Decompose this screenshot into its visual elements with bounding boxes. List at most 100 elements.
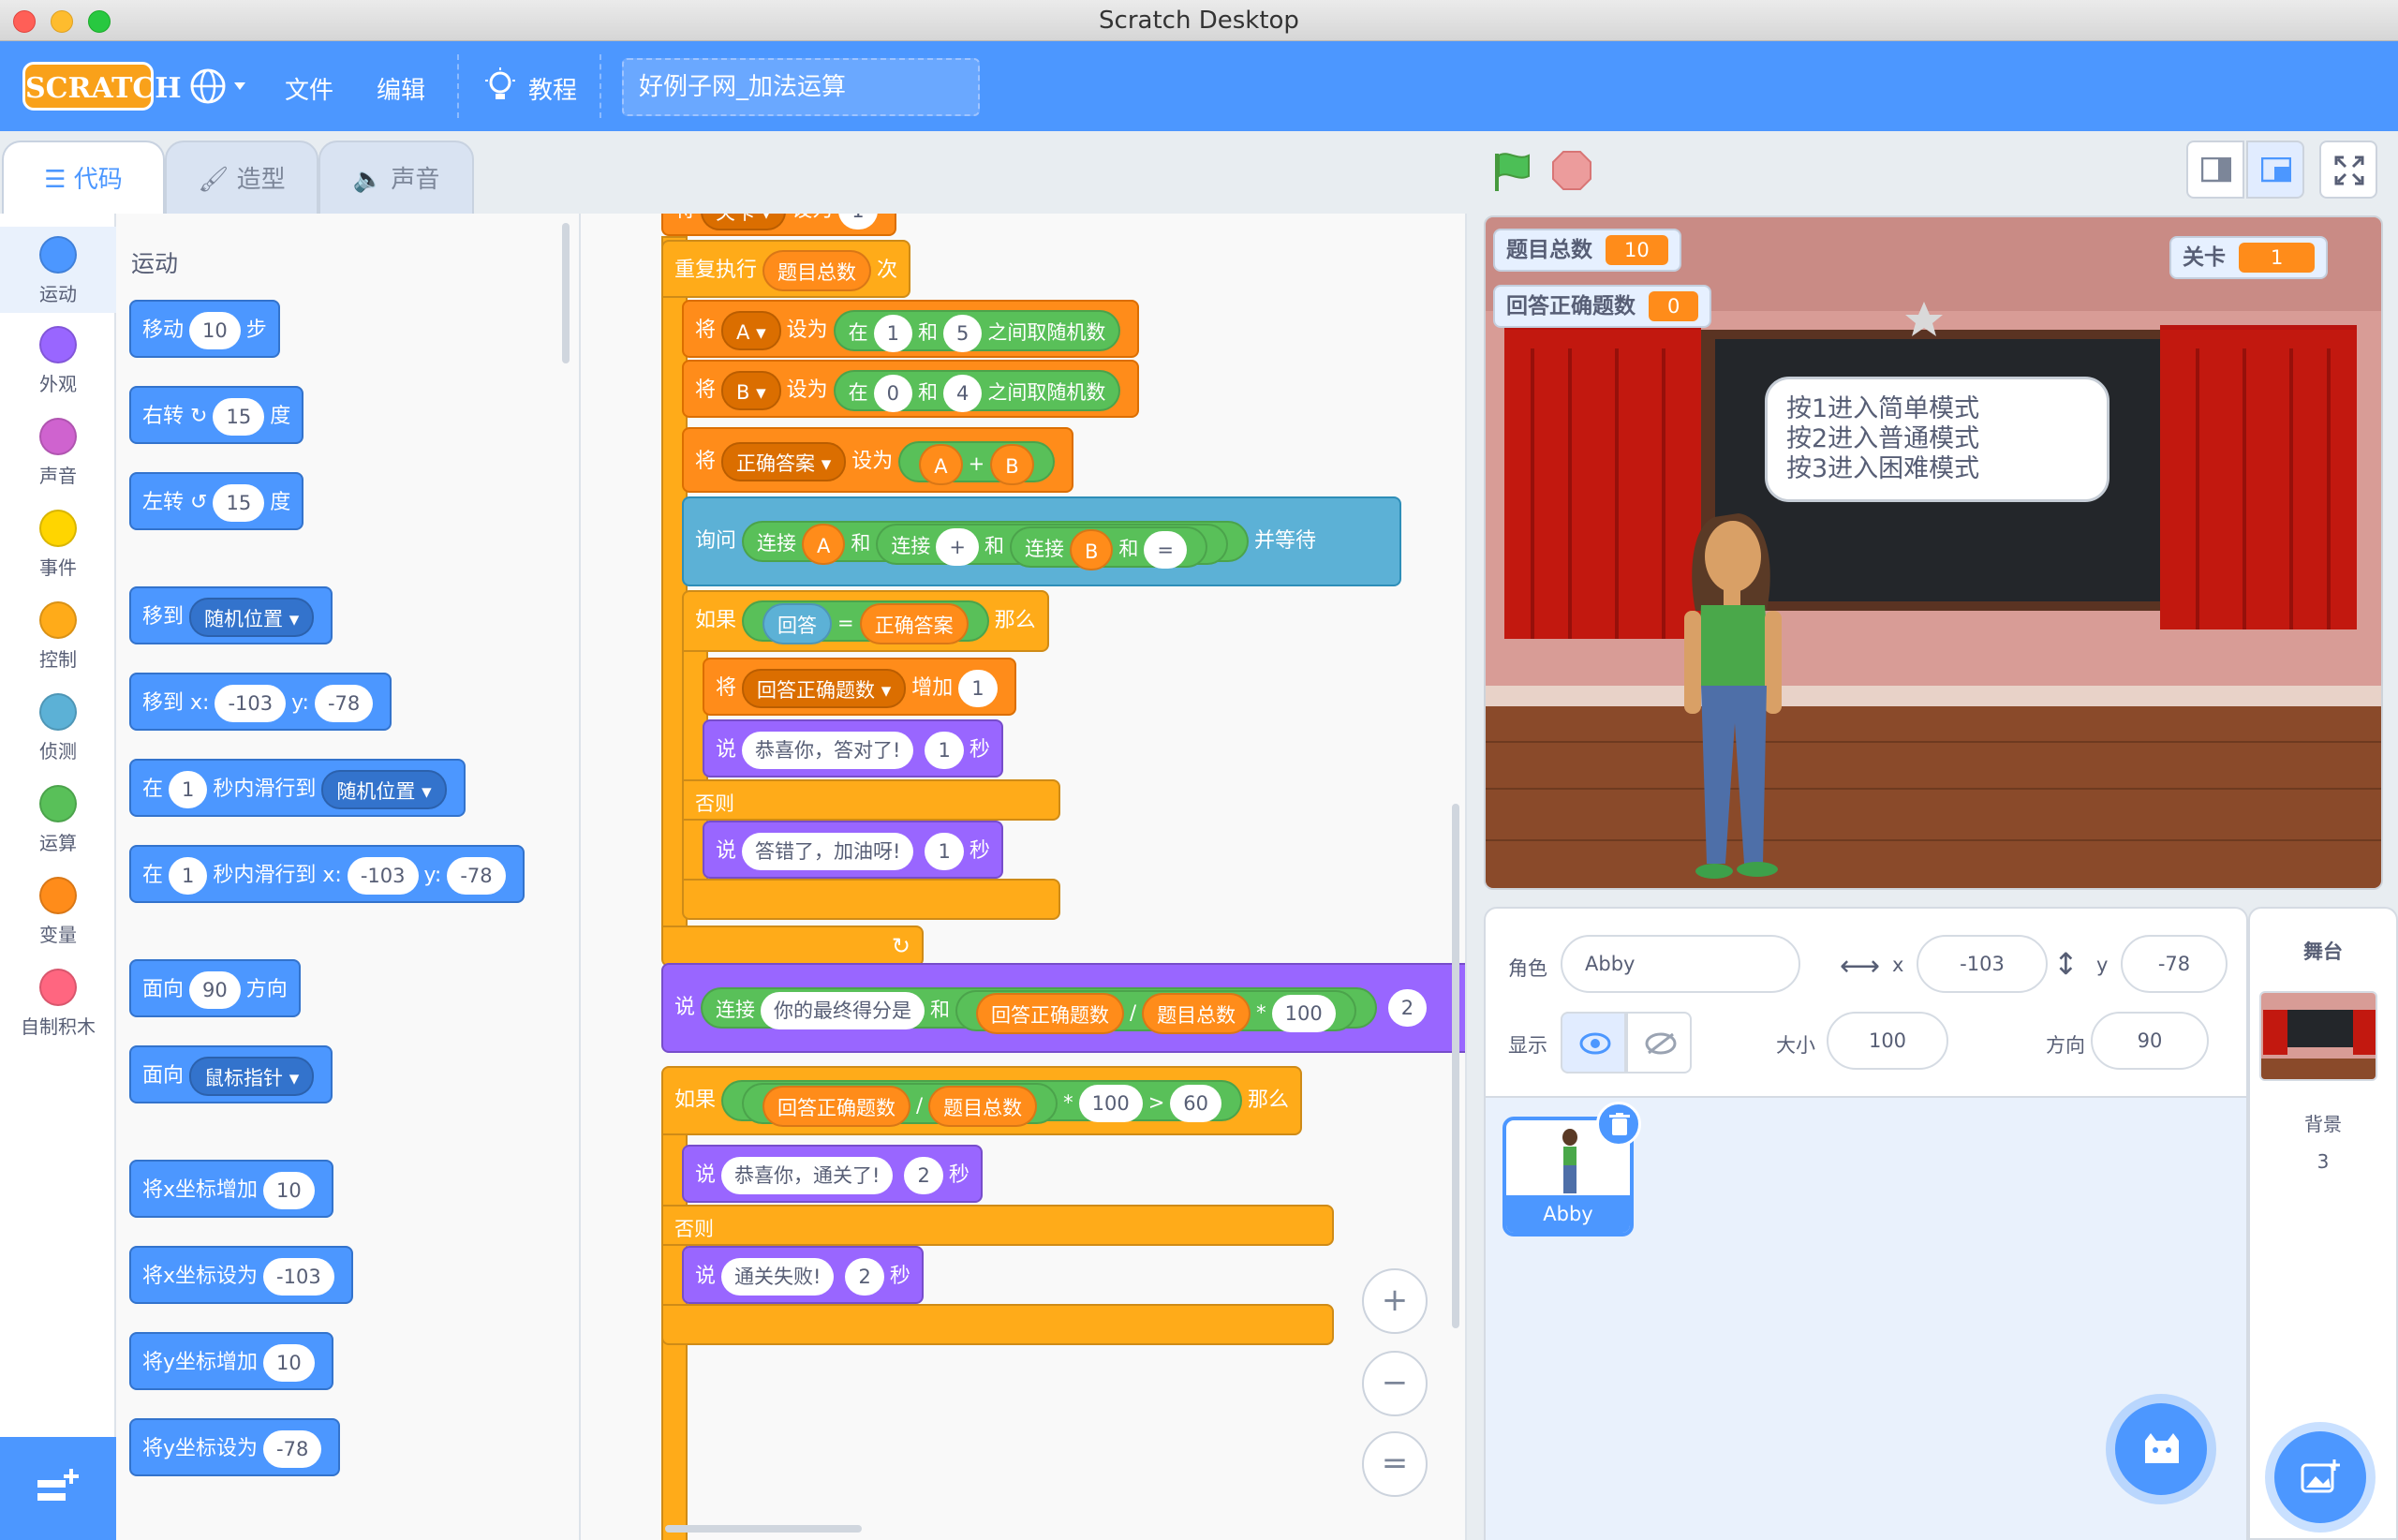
if-answer-block[interactable]: 如果 回答 = 正确答案 那么 [682,590,1049,652]
script-workspace[interactable]: ↻ 否则 否则 将关卡 ▾设为1 重复执行题目总数次 将A ▾设为在1和5之间取… [581,214,1467,1540]
x-label: x [1892,954,1904,976]
stage-selector-pane[interactable]: 舞台 背景 3 [2248,907,2398,1540]
variables-dot-icon [39,877,77,914]
x-arrow-icon: ⟷ [1840,950,1881,983]
say-wrong-block[interactable]: 说答错了，加油呀! 1 秒 [703,821,1003,879]
category-motion[interactable]: 运动 [0,227,116,313]
sprite-name-input[interactable]: Abby [1561,935,1800,993]
file-menu[interactable]: 文件 [285,71,333,106]
workspace-hscrollbar[interactable] [665,1525,862,1533]
events-dot-icon [39,510,77,547]
rotate-right-icon: ↻ [190,405,208,428]
category-looks[interactable]: 外观 [0,326,116,396]
say-correct-block[interactable]: 说恭喜你，答对了! 1 秒 [703,719,1003,777]
move-steps-block[interactable]: 移动 10 步 [129,300,280,358]
say-pass-block[interactable]: 说恭喜你，通关了! 2 秒 [682,1145,983,1203]
change-y-block[interactable]: 将y坐标增加 10 [129,1332,333,1390]
sprite-info-pane: 角色 Abby ⟷ x -103 ↕ y -78 显示 大小 100 方向 90… [1484,907,2248,1540]
repeat-c-foot: ↻ [661,925,924,967]
tab-costumes[interactable]: 🖌 造型 [165,141,318,215]
tab-sounds[interactable]: 🔈 声音 [318,141,474,215]
category-variables[interactable]: 变量 [0,877,116,947]
eye-icon [1579,1032,1611,1055]
goto-block[interactable]: 移到 随机位置 ▾ [129,586,333,644]
scratch-logo[interactable]: SCRATCH [22,62,182,111]
small-stage-button[interactable] [2186,141,2244,199]
code-icon: ☰ [44,166,74,194]
tab-costumes-label: 造型 [236,166,286,194]
large-stage-button[interactable] [2246,141,2304,199]
size-input[interactable]: 100 [1827,1012,1948,1070]
glide-block[interactable]: 在 1 秒内滑行到 随机位置 ▾ [129,759,466,817]
control-dot-icon [39,601,77,639]
trash-icon [1609,1113,1630,1135]
show-sprite-button[interactable] [1561,1012,1626,1074]
window-title: Scratch Desktop [1099,7,1299,35]
x-input[interactable]: -103 [1917,935,2048,993]
add-extension-button[interactable] [0,1437,116,1540]
glide-xy-block[interactable]: 在 1 秒内滑行到 x: -103 y: -78 [129,845,525,903]
ask-block[interactable]: 询问 连接 A 和连接 + 和连接 B 和 = 并等待 [682,496,1401,586]
monitor-level[interactable]: 关卡 1 [2169,236,2329,279]
choose-sprite-button[interactable] [2115,1403,2207,1495]
else1-label: 否则 [695,792,734,815]
change-correct-block[interactable]: 将回答正确题数 ▾ 增加 1 [703,658,1016,716]
motion-dot-icon [39,236,77,274]
say-fail-block[interactable]: 说通关失败! 2 秒 [682,1246,924,1304]
set-x-block[interactable]: 将x坐标设为 -103 [129,1246,353,1304]
stop-icon[interactable] [1551,150,1592,191]
looks-dot-icon [39,326,77,363]
y-arrow-icon: ↕ [2053,946,2079,982]
y-input[interactable]: -78 [2121,935,2228,993]
if1-c-foot [682,879,1060,920]
say-score-block[interactable]: 说连接 你的最终得分是和回答正确题数 / 题目总数 * 100 2 [661,963,1465,1053]
goto-xy-block[interactable]: 移到 x: -103 y: -78 [129,673,392,731]
category-sensing[interactable]: 侦测 [0,693,116,763]
zoom-out-button[interactable]: − [1362,1351,1428,1416]
tutorials-button[interactable]: 教程 [483,64,586,111]
direction-input[interactable]: 90 [2091,1012,2209,1070]
if-score-block[interactable]: 如果 回答正确题数 / 题目总数 * 100 >60 那么 [661,1066,1303,1135]
category-sound[interactable]: 声音 [0,418,116,488]
category-my-blocks[interactable]: 自制积木 [0,969,116,1039]
monitor-total[interactable]: 题目总数 10 [1493,229,1681,272]
turn-left-block[interactable]: 左转 ↺ 15 度 [129,472,304,530]
green-flag-icon[interactable] [1491,150,1532,193]
monitor-correct[interactable]: 回答正确题数 0 [1493,285,1712,328]
eye-slash-icon [1645,1032,1677,1055]
language-menu[interactable] [187,66,255,107]
change-x-block[interactable]: 将x坐标增加 10 [129,1160,333,1218]
my-blocks-dot-icon [39,969,77,1006]
choose-backdrop-button[interactable] [2274,1431,2366,1523]
point-towards-block[interactable]: 面向 鼠标指针 ▾ [129,1045,333,1103]
abby-sprite-icon[interactable] [1673,508,1804,882]
category-control[interactable]: 控制 [0,601,116,672]
stage-thumbnail[interactable] [2259,991,2377,1081]
else2-label: 否则 [674,1218,714,1240]
zoom-in-button[interactable]: + [1362,1268,1428,1334]
set-answer-block[interactable]: 将正确答案 ▾ 设为 A + B [682,427,1073,493]
if1-else-bar: 否则 [682,779,1060,821]
workspace-vscrollbar[interactable] [1452,804,1459,1328]
edit-menu[interactable]: 编辑 [377,71,425,106]
category-operators[interactable]: 运算 [0,785,116,855]
stage-canvas[interactable]: 按1进入简单模式 按2进入普通模式 按3进入困难模式 题目总数 10 回答正确题数… [1484,215,2383,890]
category-events[interactable]: 事件 [0,510,116,580]
set-level-block[interactable]: 将关卡 ▾设为1 [661,214,896,236]
palette-scrollbar[interactable] [562,223,570,363]
hide-sprite-button[interactable] [1626,1012,1692,1074]
repeat-block[interactable]: 重复执行 题目总数次 [661,240,911,298]
fullscreen-button[interactable] [2319,141,2377,199]
set-b-block[interactable]: 将B ▾ 设为在 0 和 4 之间取随机数 [682,360,1140,418]
turn-right-block[interactable]: 右转 ↻ 15 度 [129,386,304,444]
delete-sprite-button[interactable] [1596,1102,1641,1147]
set-a-block[interactable]: 将A ▾ 设为在 1 和 5 之间取随机数 [682,300,1140,358]
zoom-reset-button[interactable]: = [1362,1431,1428,1497]
point-direction-block[interactable]: 面向 90 方向 [129,959,301,1017]
tab-code-label: 代码 [73,166,123,194]
tab-code[interactable]: ☰ 代码 [2,141,165,215]
project-title-input[interactable]: 好例子网_加法运算 [622,58,980,116]
set-y-block[interactable]: 将y坐标设为 -78 [129,1418,341,1476]
stage-title: 舞台 [2303,940,2343,963]
tutorials-label: 教程 [528,77,578,105]
